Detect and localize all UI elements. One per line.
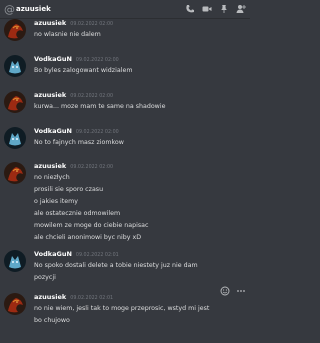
author-name[interactable]: VodkaGuN: [34, 55, 72, 63]
add-reaction-icon[interactable]: [220, 286, 230, 296]
avatar[interactable]: [4, 55, 26, 77]
message-meta: azuusiek 09.02.2022 02:01: [34, 293, 113, 303]
message-meta: VodkaGuN 09.02.2022 02:00: [34, 55, 119, 65]
message-meta: azuusiek 09.02.2022 02:00: [34, 19, 113, 29]
pin-icon[interactable]: [219, 4, 229, 14]
message-text: kurwa... moze mam te same na shadowie: [34, 103, 166, 110]
avatar[interactable]: [4, 127, 26, 149]
message-meta: azuusiek 09.02.2022 02:00: [34, 162, 113, 172]
message-hover-actions: [220, 286, 246, 296]
channel-header: @ azuusiek: [0, 0, 250, 19]
channel-title: azuusiek: [16, 5, 51, 13]
at-symbol: @: [4, 2, 15, 16]
author-name[interactable]: azuusiek: [34, 19, 66, 27]
timestamp: 09.02.2022 02:01: [70, 296, 114, 301]
timestamp: 09.02.2022 02:00: [70, 165, 114, 170]
author-name[interactable]: azuusiek: [34, 293, 66, 301]
header-toolbar: [185, 4, 246, 14]
message-text: ale chcieli anonimowi byc niby xD: [34, 234, 142, 241]
avatar[interactable]: [4, 91, 26, 113]
timestamp: 09.02.2022 02:00: [70, 22, 114, 27]
timestamp: 09.02.2022 02:01: [75, 253, 119, 258]
message-text: Bo byles zalogowant widzialem: [34, 67, 133, 74]
author-name[interactable]: VodkaGuN: [34, 250, 72, 258]
avatar[interactable]: [4, 293, 26, 315]
message-meta: VodkaGuN 09.02.2022 02:00: [34, 127, 119, 137]
more-options-icon[interactable]: [236, 286, 246, 296]
message-text: pozycji: [34, 274, 56, 281]
timestamp: 09.02.2022 02:00: [75, 130, 119, 135]
message-text: No spoko dostali delete a tobie niestety…: [34, 262, 198, 269]
message-text: mowilem ze moge do ciebie napisac: [34, 222, 149, 229]
avatar[interactable]: [4, 162, 26, 184]
message-text: No to fajnych masz ziomkow: [34, 139, 124, 146]
message-text: prosili sie sporo czasu: [34, 186, 104, 193]
timestamp: 09.02.2022 02:00: [75, 58, 119, 63]
message-text: no nie wiem, jesli tak to moge przeprosi…: [34, 305, 210, 312]
author-name[interactable]: azuusiek: [34, 91, 66, 99]
avatar[interactable]: [4, 19, 26, 41]
author-name[interactable]: azuusiek: [34, 162, 66, 170]
phone-icon[interactable]: [185, 4, 195, 14]
message-text: no wlasnie nie dalem: [34, 31, 101, 38]
message-text: no niezłych: [34, 174, 70, 181]
video-icon[interactable]: [202, 4, 212, 14]
message-text: bo chujowo: [34, 317, 70, 324]
timestamp: 09.02.2022 02:00: [70, 94, 114, 99]
avatar[interactable]: [4, 250, 26, 272]
message-meta: VodkaGuN 09.02.2022 02:01: [34, 250, 119, 260]
message-list: azuusiek 09.02.2022 02:00 no wlasnie nie…: [0, 19, 250, 343]
add-member-icon[interactable]: [236, 4, 246, 14]
author-name[interactable]: VodkaGuN: [34, 127, 72, 135]
message-text: ale ostatecznie odmowilem: [34, 210, 121, 217]
message-text: o jakies itemy: [34, 198, 78, 205]
message-meta: azuusiek 09.02.2022 02:00: [34, 91, 113, 101]
